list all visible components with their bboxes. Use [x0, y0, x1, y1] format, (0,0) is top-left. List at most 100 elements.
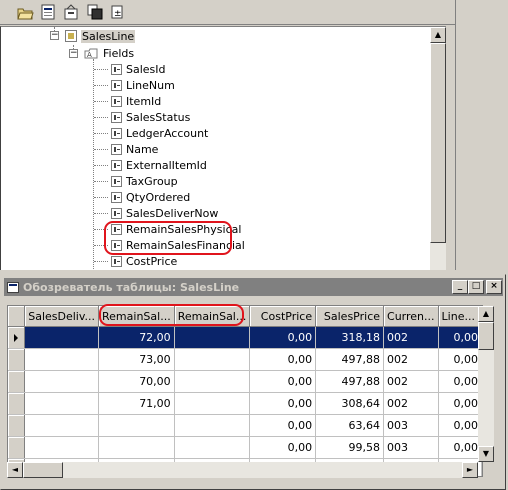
table-cell[interactable]: [174, 436, 251, 459]
table-row[interactable]: 0,00 63,64 003 0,00: [8, 414, 482, 437]
row-selector[interactable]: [8, 414, 26, 437]
close-button[interactable]: ×: [486, 280, 502, 294]
table-cell[interactable]: 0,00: [438, 326, 482, 349]
column-header[interactable]: Curren...: [383, 306, 439, 327]
table-cell[interactable]: 63,64: [315, 414, 385, 437]
row-selector[interactable]: [8, 326, 26, 349]
column-header[interactable]: CostPrice: [249, 306, 317, 327]
table-cell[interactable]: 0,00: [249, 370, 317, 393]
table-cell[interactable]: 72,00: [98, 326, 175, 349]
table-row[interactable]: 72,00 0,00 318,18 002 0,00: [8, 326, 482, 349]
table-cell[interactable]: [24, 392, 100, 415]
table-cell[interactable]: 0,00: [438, 370, 482, 393]
table-cell[interactable]: 002: [383, 326, 439, 349]
tree-field-node[interactable]: LineNum: [111, 77, 176, 93]
table-cell[interactable]: 0,00: [249, 392, 317, 415]
table-browser-window: Обозреватель таблицы: SalesLine _ □ × Sa…: [0, 274, 506, 490]
scroll-up-icon[interactable]: ▲: [430, 27, 446, 43]
table-cell[interactable]: 0,00: [438, 392, 482, 415]
table-row[interactable]: 71,00 0,00 308,64 002 0,00: [8, 392, 482, 415]
grid-scroll-right-icon[interactable]: ►: [462, 462, 478, 478]
tree-scrollbar[interactable]: ▲: [430, 27, 446, 270]
tree-field-node[interactable]: Name: [111, 141, 159, 157]
scroll-thumb[interactable]: [430, 43, 446, 243]
tree-field-node[interactable]: LedgerAccount: [111, 125, 209, 141]
grid-scroll-up-icon[interactable]: ▲: [478, 306, 494, 322]
column-header[interactable]: Line...: [438, 306, 482, 327]
row-selector[interactable]: [8, 392, 26, 415]
table-row[interactable]: 0,0099,580030,00: [8, 436, 482, 459]
svg-text:±: ±: [114, 9, 122, 19]
row-selector[interactable]: [8, 370, 26, 393]
table-cell[interactable]: 0,00: [438, 436, 482, 459]
table-cell[interactable]: [174, 326, 251, 349]
grid-vscrollbar[interactable]: ▲ ▼: [478, 306, 494, 462]
tree-field-node[interactable]: SalesStatus: [111, 109, 191, 125]
window-titlebar[interactable]: Обозреватель таблицы: SalesLine _ □ ×: [4, 278, 503, 296]
table-cell[interactable]: [24, 348, 100, 371]
table-cell[interactable]: [174, 392, 251, 415]
table-cell[interactable]: [98, 414, 175, 437]
layers-icon[interactable]: ±: [110, 4, 127, 20]
tree-node-fields[interactable]: A Fields: [84, 45, 135, 61]
tree-field-node[interactable]: ExternalItemId: [111, 157, 208, 173]
tree-field-node[interactable]: SalesPrice: [111, 269, 183, 270]
grid-scroll-down-icon[interactable]: ▼: [478, 446, 494, 462]
restore-button[interactable]: □: [468, 280, 484, 294]
table-cell[interactable]: 318,18: [315, 326, 385, 349]
table-cell[interactable]: 0,00: [438, 348, 482, 371]
table-cell[interactable]: 71,00: [98, 392, 175, 415]
table-cell[interactable]: [98, 436, 175, 459]
tree-field-node[interactable]: CostPrice: [111, 253, 178, 269]
data-grid[interactable]: SalesDeliv... RemainSal... RemainSal... Cos…: [7, 305, 483, 477]
table-cell[interactable]: 73,00: [98, 348, 175, 371]
tree-field-node[interactable]: TaxGroup: [111, 173, 179, 189]
compile-icon[interactable]: [63, 4, 80, 20]
table-cell[interactable]: [24, 370, 100, 393]
table-cell[interactable]: 002: [383, 348, 439, 371]
table-cell[interactable]: 002: [383, 370, 439, 393]
table-cell[interactable]: 003: [383, 436, 439, 459]
tree-field-node[interactable]: ItemId: [111, 93, 162, 109]
table-cell[interactable]: 0,00: [249, 326, 317, 349]
table-cell[interactable]: 0,00: [249, 348, 317, 371]
collapse-fields-icon[interactable]: −: [69, 49, 78, 58]
field-label: SalesStatus: [126, 110, 191, 124]
highlight-fields-oval: [104, 221, 232, 255]
grid-hscroll-thumb[interactable]: [23, 462, 63, 478]
minimize-button[interactable]: _: [452, 280, 468, 294]
table-cell[interactable]: [24, 326, 100, 349]
table-cell[interactable]: 0,00: [249, 414, 317, 437]
row-selector[interactable]: [8, 348, 26, 371]
grid-hscrollbar[interactable]: ◄ ►: [7, 462, 478, 478]
table-cell[interactable]: 003: [383, 414, 439, 437]
table-row[interactable]: 70,00 0,00 497,88 002 0,00: [8, 370, 482, 393]
tree-field-node[interactable]: SalesDeliverNow: [111, 205, 219, 221]
open-icon[interactable]: [17, 4, 34, 20]
copy-icon[interactable]: [87, 4, 104, 20]
column-header[interactable]: SalesDeliv...: [24, 306, 100, 327]
table-cell[interactable]: 497,88: [315, 370, 385, 393]
table-cell[interactable]: [174, 370, 251, 393]
tree-field-node[interactable]: QtyOrdered: [111, 189, 191, 205]
table-cell[interactable]: [174, 414, 251, 437]
table-cell[interactable]: [24, 436, 100, 459]
tree-node-table[interactable]: SalesLine: [65, 28, 136, 44]
table-cell[interactable]: 497,88: [315, 348, 385, 371]
properties-icon[interactable]: [40, 4, 57, 20]
column-header[interactable]: SalesPrice: [315, 306, 385, 327]
table-row[interactable]: 73,00 0,00 497,88 002 0,00: [8, 348, 482, 371]
table-cell[interactable]: 99,58: [315, 436, 385, 459]
collapse-root-icon[interactable]: −: [50, 31, 59, 40]
table-cell[interactable]: 70,00: [98, 370, 175, 393]
table-cell[interactable]: [174, 348, 251, 371]
table-cell[interactable]: 308,64: [315, 392, 385, 415]
tree-field-node[interactable]: SalesId: [111, 61, 167, 77]
grid-scroll-left-icon[interactable]: ◄: [7, 462, 23, 478]
table-cell[interactable]: 002: [383, 392, 439, 415]
grid-vscroll-thumb[interactable]: [478, 322, 494, 350]
row-selector[interactable]: [8, 436, 26, 459]
table-cell[interactable]: 0,00: [438, 414, 482, 437]
table-cell[interactable]: 0,00: [249, 436, 317, 459]
table-cell[interactable]: [24, 414, 100, 437]
